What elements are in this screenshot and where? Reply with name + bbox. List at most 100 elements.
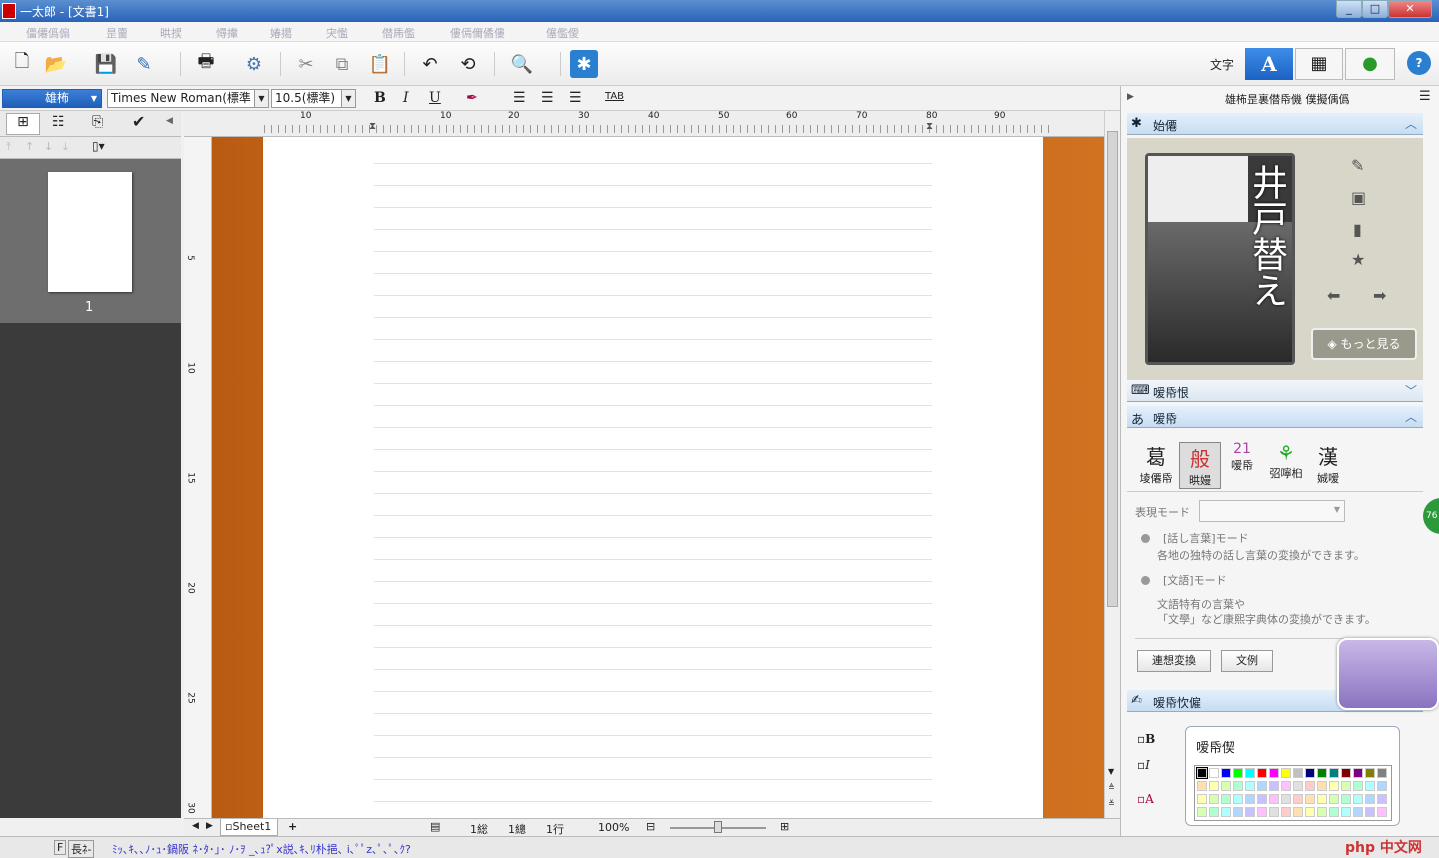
move-top-icon[interactable]: ⤒: [6, 140, 11, 154]
tool-3[interactable]: 21 嗳帋: [1221, 441, 1263, 473]
color-swatch[interactable]: [1377, 768, 1387, 778]
menu-item[interactable]: 僣乕儖: [382, 25, 415, 41]
collapse-icon[interactable]: ◀: [166, 116, 173, 126]
color-swatch[interactable]: [1305, 781, 1315, 791]
sheet-prev-icon[interactable]: ◀: [192, 821, 199, 831]
arrow-right-icon[interactable]: ➡: [1373, 286, 1386, 305]
font-select[interactable]: Times New Roman(標準 ▼: [107, 89, 269, 108]
color-swatch[interactable]: [1233, 781, 1243, 791]
tool-5[interactable]: 漢娍嗳: [1307, 441, 1349, 486]
color-swatch[interactable]: [1305, 794, 1315, 804]
color-swatch[interactable]: [1317, 807, 1327, 817]
arrow-left-icon[interactable]: ⬅: [1327, 286, 1340, 305]
zoom-level[interactable]: 100%: [598, 821, 629, 834]
document-page[interactable]: [263, 137, 1043, 818]
color-swatch[interactable]: [1353, 781, 1363, 791]
color-swatch[interactable]: [1221, 794, 1231, 804]
sheet-tab[interactable]: ▫Sheet1: [220, 819, 278, 836]
plugin-icon[interactable]: ✱: [570, 50, 598, 78]
help-button[interactable]: ?: [1407, 51, 1431, 75]
color-swatch[interactable]: [1377, 794, 1387, 804]
tool-2[interactable]: 般晎嫚: [1179, 442, 1221, 489]
menu-item[interactable]: 僵僊僞傓: [26, 25, 70, 41]
opt-bold[interactable]: ▫B: [1137, 732, 1155, 746]
star-icon[interactable]: ★: [1351, 250, 1365, 269]
association-convert-button[interactable]: 連想変換: [1137, 650, 1211, 672]
color-swatch[interactable]: [1233, 794, 1243, 804]
maximize-button[interactable]: □: [1362, 0, 1388, 18]
new-document-icon[interactable]: 🗋: [8, 50, 36, 78]
color-swatch[interactable]: [1365, 794, 1375, 804]
color-swatch[interactable]: [1317, 768, 1327, 778]
radio-literary[interactable]: [1141, 576, 1150, 585]
vertical-scrollbar[interactable]: ▼ ≜ ≚: [1104, 111, 1120, 818]
color-swatch[interactable]: [1329, 768, 1339, 778]
search-icon[interactable]: 🔍: [508, 50, 536, 78]
color-swatch[interactable]: [1196, 767, 1208, 779]
color-swatch[interactable]: [1197, 794, 1207, 804]
color-swatch[interactable]: [1353, 768, 1363, 778]
color-swatch[interactable]: [1329, 807, 1339, 817]
align-right-icon[interactable]: ☰: [569, 90, 582, 106]
move-up-icon[interactable]: ↑: [25, 140, 34, 153]
more-button[interactable]: ◈ もっと見る: [1311, 328, 1417, 360]
print-icon[interactable]: 🖶: [192, 50, 220, 78]
redo-icon[interactable]: ⟲: [454, 50, 482, 78]
page-up-icon[interactable]: ≜: [1108, 783, 1115, 792]
color-swatch[interactable]: [1341, 794, 1351, 804]
color-swatch[interactable]: [1233, 768, 1243, 778]
zoom-slider-thumb[interactable]: [714, 821, 722, 833]
opt-italic[interactable]: ▫I: [1137, 758, 1150, 772]
thumbnail-tab-icon[interactable]: ⊞: [6, 113, 40, 135]
color-swatch[interactable]: [1257, 768, 1267, 778]
menu-item[interactable]: 僿儖僾: [546, 25, 579, 41]
chevron-up-icon[interactable]: ︿: [1405, 115, 1417, 132]
color-swatch[interactable]: [1257, 781, 1267, 791]
color-swatch[interactable]: [1293, 794, 1303, 804]
color-swatch[interactable]: [1377, 807, 1387, 817]
scroll-down-icon[interactable]: ▼: [1108, 767, 1114, 776]
menu-item[interactable]: 晎捑: [160, 25, 182, 41]
color-swatch[interactable]: [1209, 768, 1219, 778]
color-swatch[interactable]: [1245, 807, 1255, 817]
color-swatch[interactable]: [1341, 768, 1351, 778]
style-select[interactable]: 雄柨 ▼: [2, 89, 102, 108]
edit-save-icon[interactable]: ✎: [130, 50, 158, 78]
example-button[interactable]: 文例: [1221, 650, 1273, 672]
document-icon[interactable]: ▮: [1353, 220, 1362, 239]
color-swatch[interactable]: [1221, 781, 1231, 791]
tool-1[interactable]: 葛堎僊帋: [1135, 441, 1177, 486]
cut-icon[interactable]: ✂: [292, 50, 320, 78]
scroll-thumb[interactable]: [1107, 131, 1118, 607]
tool-4[interactable]: ⚘ 弨嚀桕: [1265, 441, 1307, 481]
copy-icon[interactable]: ⧉: [328, 50, 356, 78]
color-swatch[interactable]: [1269, 768, 1279, 778]
highlight-icon[interactable]: ✒: [466, 90, 478, 106]
section-header-1[interactable]: ✱ 始僊 ︿: [1127, 113, 1423, 135]
color-swatch[interactable]: [1365, 807, 1375, 817]
chevron-up-icon[interactable]: ︿: [1405, 408, 1417, 425]
color-swatch[interactable]: [1317, 781, 1327, 791]
menu-item[interactable]: 媋擖: [270, 25, 292, 41]
sheet-next-icon[interactable]: ▶: [206, 821, 213, 831]
color-swatch[interactable]: [1257, 807, 1267, 817]
color-swatch[interactable]: [1365, 781, 1375, 791]
bold-button[interactable]: B: [374, 90, 386, 106]
radio-speech[interactable]: [1141, 534, 1150, 543]
section-header-3[interactable]: あ 嗳帋 ︿: [1127, 406, 1423, 428]
undo-icon[interactable]: ↶: [416, 50, 444, 78]
minimize-button[interactable]: _: [1336, 0, 1362, 18]
menu-item[interactable]: 憳撪: [216, 25, 238, 41]
color-swatch[interactable]: [1257, 794, 1267, 804]
color-swatch[interactable]: [1209, 807, 1219, 817]
add-sheet-button[interactable]: +: [288, 820, 297, 833]
color-swatch[interactable]: [1377, 781, 1387, 791]
save-icon[interactable]: 💾: [92, 50, 120, 78]
text-mode-button[interactable]: A: [1245, 48, 1293, 80]
color-swatch[interactable]: [1197, 781, 1207, 791]
panel-menu-icon[interactable]: ☰: [1419, 89, 1431, 104]
color-swatch[interactable]: [1341, 781, 1351, 791]
color-swatch[interactable]: [1245, 768, 1255, 778]
color-swatch[interactable]: [1281, 807, 1291, 817]
image-card[interactable]: 井戸替え: [1145, 153, 1295, 365]
